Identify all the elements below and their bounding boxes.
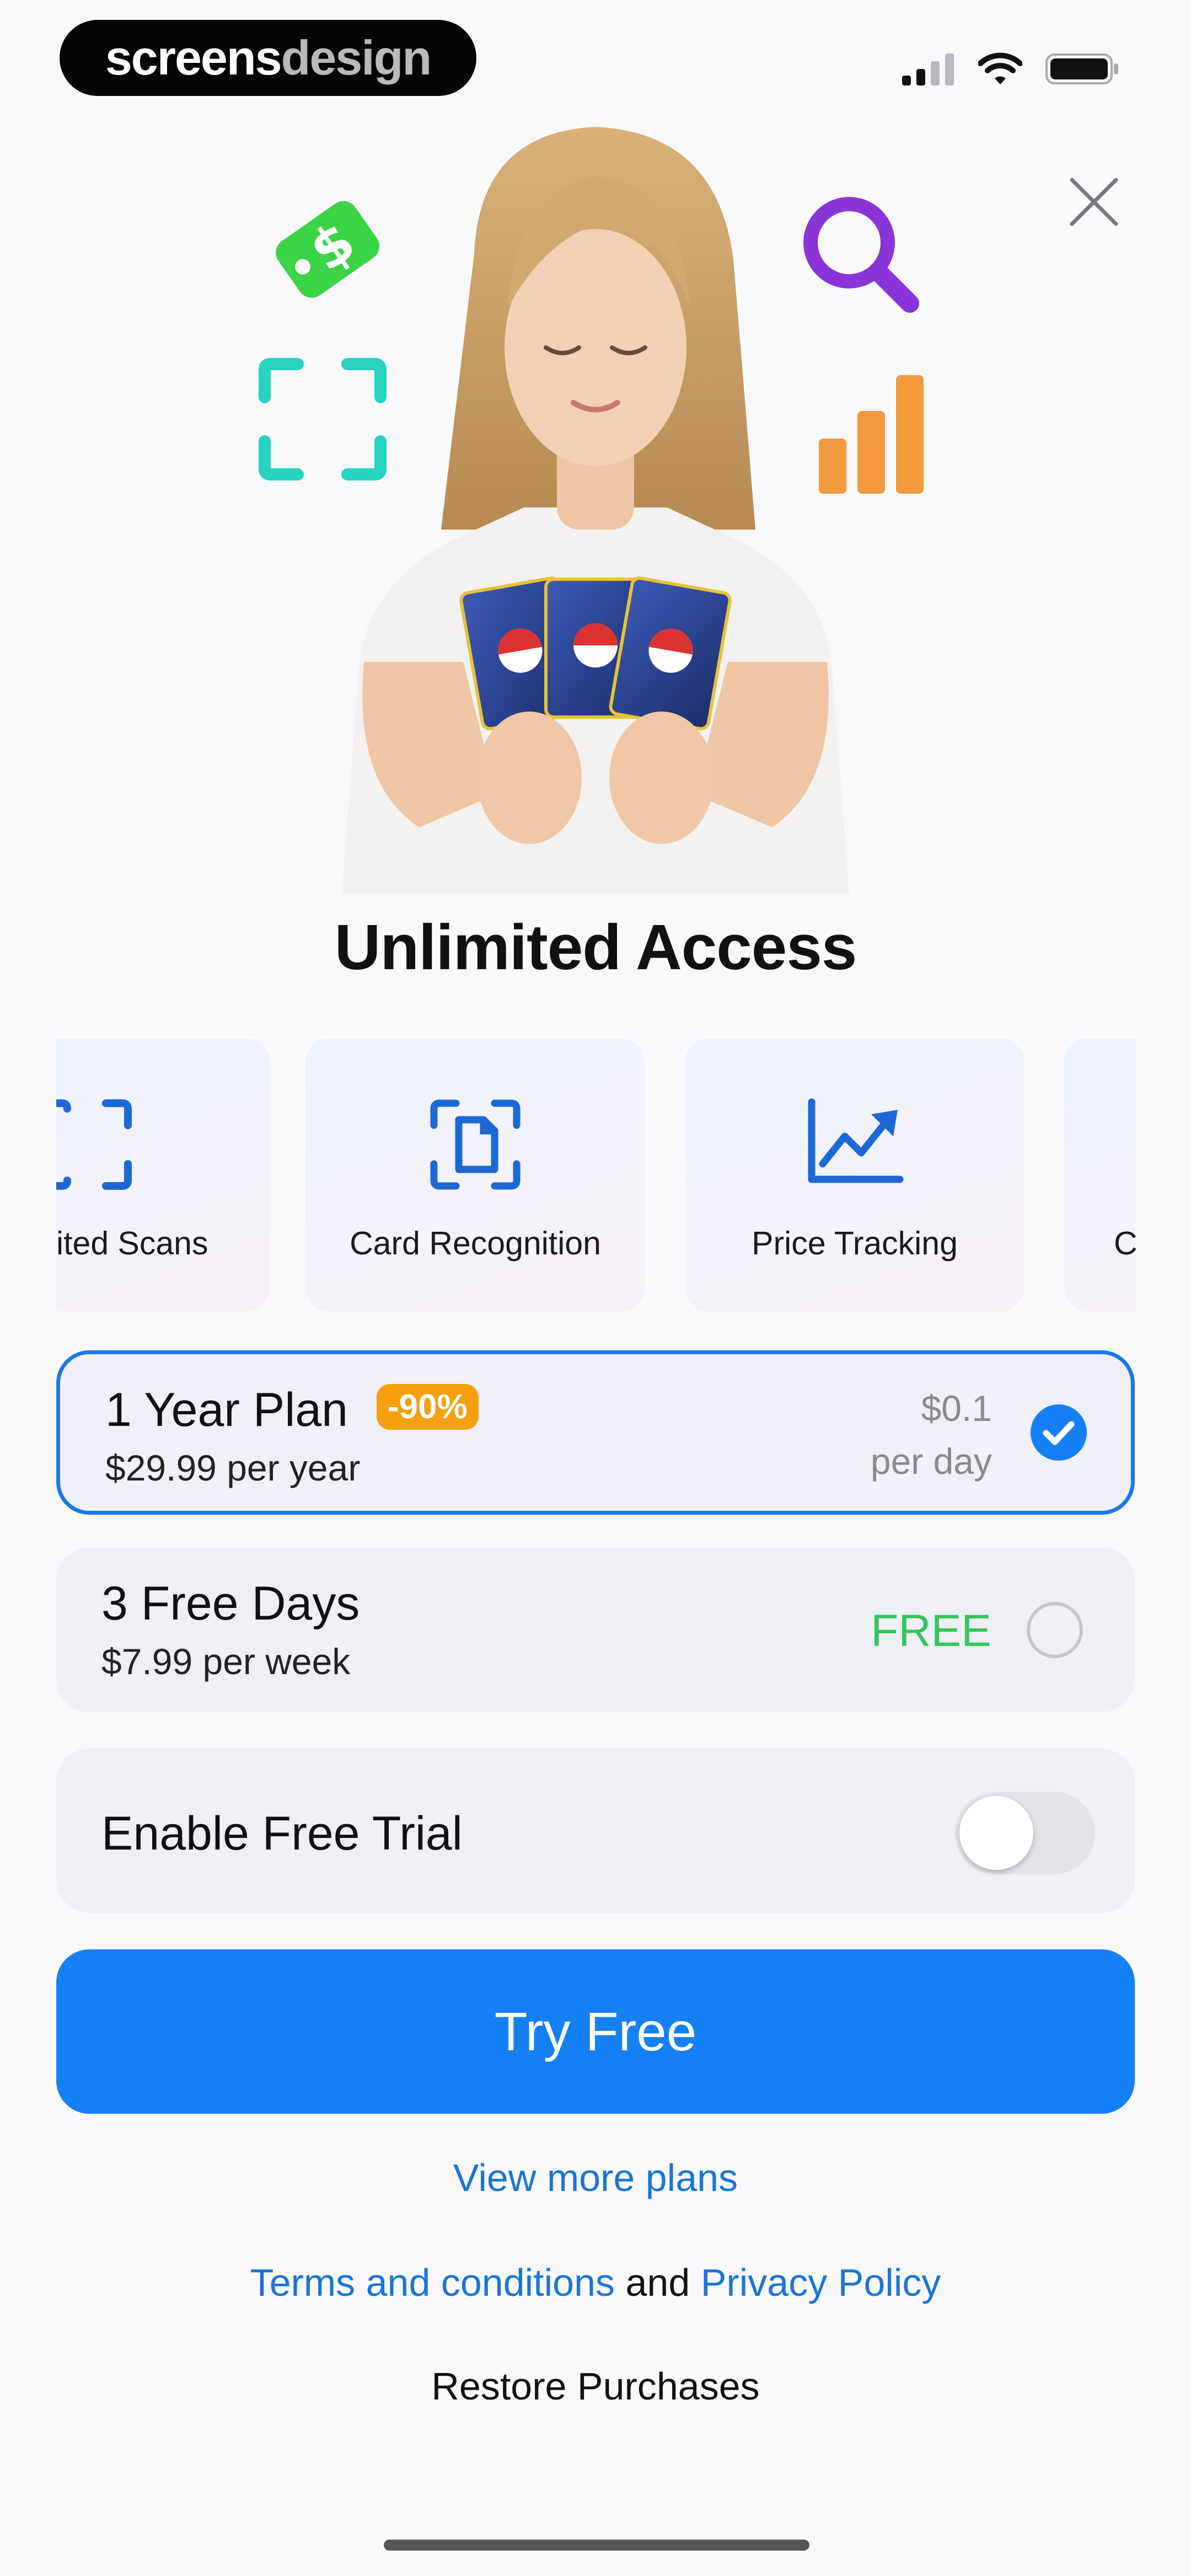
try-free-button[interactable]: Try Free (56, 1949, 1135, 2114)
unselected-radio-icon (1027, 1602, 1083, 1658)
view-more-plans-link[interactable]: View more plans (0, 2156, 1191, 2200)
price-tag-icon: $ (276, 201, 379, 298)
free-trial-toggle[interactable] (955, 1792, 1095, 1874)
restore-purchases-link[interactable]: Restore Purchases (0, 2364, 1191, 2408)
scan-frame-icon (259, 358, 387, 480)
cellular-signal-icon (902, 54, 954, 85)
plan-period: per day (870, 1441, 992, 1482)
plan-subtitle: $7.99 per week (101, 1641, 351, 1682)
feature-label: ited Scans (56, 1225, 208, 1262)
home-indicator[interactable] (384, 2540, 809, 2551)
logo-part-1: screens (105, 30, 282, 85)
feature-card-card-recognition: Card Recognition (304, 1037, 646, 1313)
legal-and: and (625, 2261, 690, 2304)
scan-frame-icon (56, 1099, 132, 1190)
privacy-link[interactable]: Privacy Policy (701, 2261, 941, 2304)
plan-name: 3 Free Days (101, 1577, 360, 1630)
legal-links: Terms and conditions and Privacy Policy (0, 2260, 1191, 2305)
battery-icon (1045, 54, 1118, 84)
plan-price: $0.1 (921, 1388, 992, 1429)
plan-subtitle: $29.99 per year (105, 1447, 361, 1488)
free-trial-row: Enable Free Trial (56, 1749, 1135, 1913)
plan-price-free: FREE (871, 1606, 991, 1656)
logo-part-2: design (281, 30, 432, 85)
feature-card-partial: C (1063, 1037, 1136, 1313)
plan-option-weekly[interactable]: 3 Free Days $7.99 per week FREE (56, 1548, 1135, 1712)
status-bar (902, 44, 1119, 94)
hero-illustration: $ (259, 127, 924, 894)
magnifier-icon (803, 197, 919, 313)
feature-label: C (1114, 1225, 1136, 1262)
plan-option-yearly[interactable]: 1 Year Plan -90% $29.99 per year $0.1 pe… (56, 1350, 1135, 1515)
page-title: Unlimited Access (334, 911, 857, 983)
discount-badge: -90% (377, 1384, 479, 1430)
plan-name: 1 Year Plan (105, 1383, 348, 1436)
close-icon[interactable] (1067, 175, 1120, 228)
feature-label: Card Recognition (350, 1225, 601, 1262)
feature-card-price-tracking: Price Tracking (684, 1037, 1026, 1313)
free-trial-label: Enable Free Trial (101, 1807, 463, 1860)
feature-card-unlimited-scans: ited Scans (56, 1037, 271, 1313)
selected-check-icon (1031, 1404, 1087, 1461)
bar-chart-icon (819, 375, 924, 494)
toggle-knob (959, 1796, 1033, 1870)
feature-label: Price Tracking (752, 1225, 958, 1262)
wifi-icon (978, 52, 1022, 84)
card-document-icon (430, 1099, 521, 1190)
terms-link[interactable]: Terms and conditions (250, 2261, 615, 2304)
chart-trend-icon (808, 1098, 904, 1183)
features-carousel[interactable]: ited Scans Card Recognition Price Tracki… (56, 1037, 1136, 1313)
screensdesign-logo: screens design (60, 20, 476, 96)
